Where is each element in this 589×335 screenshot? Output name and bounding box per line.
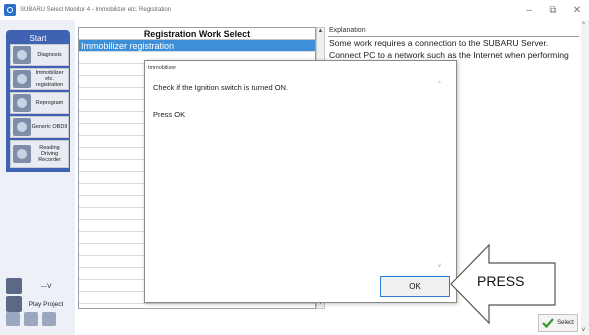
scroll-down-icon[interactable]: v [438,263,441,269]
sidebar-item-driving-recorder[interactable]: Reading Driving Recorder [10,140,69,168]
recorder-icon [13,145,31,163]
vehicle-icon [6,278,22,294]
diagnosis-icon [13,46,31,64]
list-item-immobilizer-registration[interactable]: Immobilizer registration [79,40,315,52]
sidebar-item-label: Immobilizer etc. registration [35,70,64,88]
callout-text: PRESS [477,273,525,289]
window-controls: – ⧉ ✕ [517,0,589,20]
scroll-up-icon[interactable]: ^ [438,81,441,87]
dialog-title: Immobilizer [148,65,177,71]
dialog-scrollbar[interactable]: ^ v [438,77,446,277]
project-icon [6,296,22,312]
sidebar-item-label: Generic OBDII [31,124,68,130]
settings-icon[interactable] [6,312,20,326]
sidebar-item-label: Reprogram [35,100,64,106]
dialog-message: Check if the Ignition switch is turned O… [153,83,289,92]
sidebar-item-diagnosis[interactable]: Diagnosis [10,44,69,66]
sidebar: Start Diagnosis Immobilizer etc. registr… [0,20,75,335]
dialog-body: Check if the Ignition switch is turned O… [153,83,288,119]
explanation-line: Some work requires a connection to the S… [329,38,549,48]
play-project-label: Play Project [28,300,64,308]
start-label: Start [29,34,47,43]
minimize-button[interactable]: – [517,0,541,20]
sidebar-item-reprogram[interactable]: Reprogram [10,92,69,114]
sidebar-item-generic-obdii[interactable]: Generic OBDII [10,116,69,138]
immobilizer-icon [13,70,31,88]
save-icon[interactable] [24,312,38,326]
scroll-up-icon[interactable]: ^ [582,22,585,28]
window-scrollbar[interactable]: ^ v [581,20,589,335]
sidebar-item-label: Diagnosis [37,52,62,58]
vehicle-selector[interactable]: ---V [6,278,70,294]
immobilizer-dialog: Immobilizer Check if the Ignition switch… [144,60,457,303]
restore-button[interactable]: ⧉ [541,0,565,20]
window-title: SUBARU Select Monitor 4 - Immobilizer et… [20,7,172,13]
reprogram-icon [13,94,31,112]
play-project-button[interactable]: Play Project [6,296,70,312]
title-bar: SUBARU Select Monitor 4 - Immobilizer et… [0,0,589,20]
obd-icon [13,118,31,136]
vehicle-label: ---V [40,282,52,290]
select-label: Select [557,320,574,326]
sidebar-item-label: Reading Driving Recorder [38,145,61,163]
select-button[interactable]: Select [538,314,578,332]
explanation-heading: Explanation [328,27,579,37]
menu-panel: Start Diagnosis Immobilizer etc. registr… [6,30,70,172]
sidebar-item-immobilizer[interactable]: Immobilizer etc. registration [10,68,69,90]
scroll-down-icon[interactable]: v [582,327,585,333]
tools-icon[interactable] [42,312,56,326]
ok-button[interactable]: OK [380,276,450,297]
check-icon [542,318,554,328]
close-button[interactable]: ✕ [565,0,589,20]
list-header: Registration Work Select [79,28,315,40]
dialog-instruction: Press OK [153,110,186,119]
bottom-toolbar [6,312,56,326]
app-icon [4,4,16,16]
scroll-up-icon[interactable]: ▲ [317,28,324,36]
press-callout: PRESS [449,243,557,325]
